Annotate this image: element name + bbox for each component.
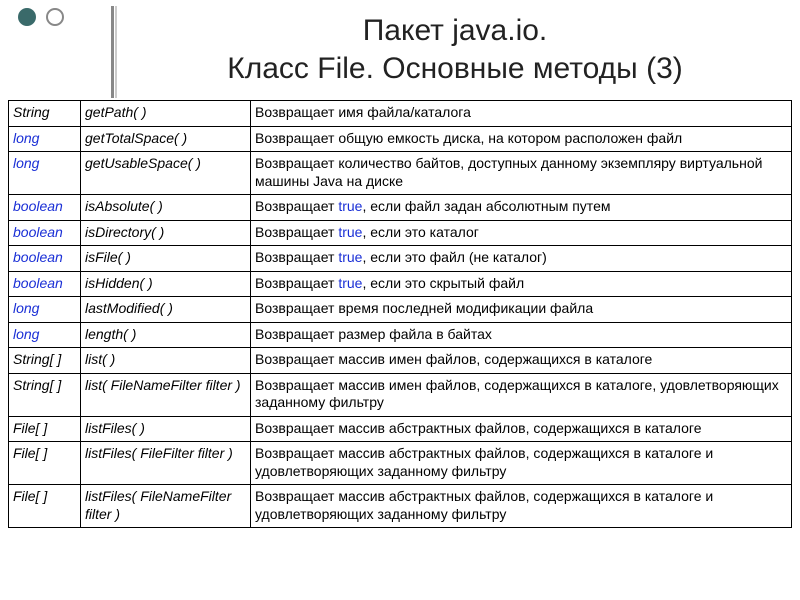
dot-outline-icon bbox=[46, 8, 64, 26]
dot-filled-icon bbox=[18, 8, 36, 26]
method-description: Возвращает true, если это каталог bbox=[251, 220, 792, 246]
decor-dots bbox=[18, 8, 64, 26]
method-description: Возвращает время последней модификации ф… bbox=[251, 297, 792, 323]
method-description: Возвращает массив абстрактных файлов, со… bbox=[251, 485, 792, 528]
table-row: longgetUsableSpace( )Возвращает количест… bbox=[9, 152, 792, 195]
method-signature: isHidden( ) bbox=[81, 271, 251, 297]
method-description: Возвращает размер файла в байтах bbox=[251, 322, 792, 348]
return-type: boolean bbox=[9, 220, 81, 246]
table-row: StringgetPath( )Возвращает имя файла/кат… bbox=[9, 101, 792, 127]
method-signature: listFiles( FileNameFilter filter ) bbox=[81, 485, 251, 528]
method-signature: getPath( ) bbox=[81, 101, 251, 127]
method-signature: list( ) bbox=[81, 348, 251, 374]
title-line-1: Пакет java.io. bbox=[130, 12, 780, 50]
method-signature: length( ) bbox=[81, 322, 251, 348]
method-signature: isDirectory( ) bbox=[81, 220, 251, 246]
method-description: Возвращает массив абстрактных файлов, со… bbox=[251, 416, 792, 442]
method-signature: listFiles( ) bbox=[81, 416, 251, 442]
return-type: long bbox=[9, 152, 81, 195]
method-description: Возвращает общую емкость диска, на котор… bbox=[251, 126, 792, 152]
table-row: File[ ]listFiles( FileNameFilter filter … bbox=[9, 485, 792, 528]
table-row: longlength( )Возвращает размер файла в б… bbox=[9, 322, 792, 348]
method-description: Возвращает true, если это файл (не катал… bbox=[251, 246, 792, 272]
return-type: File[ ] bbox=[9, 416, 81, 442]
method-description: Возвращает true, если файл задан абсолют… bbox=[251, 195, 792, 221]
return-type: long bbox=[9, 297, 81, 323]
method-signature: getTotalSpace( ) bbox=[81, 126, 251, 152]
table-row: booleanisAbsolute( )Возвращает true, есл… bbox=[9, 195, 792, 221]
method-description: Возвращает массив имен файлов, содержащи… bbox=[251, 373, 792, 416]
return-type: File[ ] bbox=[9, 485, 81, 528]
table-row: String[ ]list( FileNameFilter filter )Во… bbox=[9, 373, 792, 416]
title-line-2: Класс File. Основные методы (3) bbox=[130, 50, 780, 88]
method-description: Возвращает количество байтов, доступных … bbox=[251, 152, 792, 195]
return-type: boolean bbox=[9, 195, 81, 221]
table-row: longlastModified( )Возвращает время посл… bbox=[9, 297, 792, 323]
table-row: File[ ]listFiles( )Возвращает массив абс… bbox=[9, 416, 792, 442]
method-signature: isFile( ) bbox=[81, 246, 251, 272]
table-row: longgetTotalSpace( )Возвращает общую емк… bbox=[9, 126, 792, 152]
return-type: boolean bbox=[9, 271, 81, 297]
method-description: Возвращает имя файла/каталога bbox=[251, 101, 792, 127]
method-signature: getUsableSpace( ) bbox=[81, 152, 251, 195]
return-type: long bbox=[9, 322, 81, 348]
method-description: Возвращает массив имен файлов, содержащи… bbox=[251, 348, 792, 374]
return-type: long bbox=[9, 126, 81, 152]
return-type: File[ ] bbox=[9, 442, 81, 485]
method-signature: list( FileNameFilter filter ) bbox=[81, 373, 251, 416]
return-type: String[ ] bbox=[9, 348, 81, 374]
table-row: booleanisHidden( )Возвращает true, если … bbox=[9, 271, 792, 297]
table-row: booleanisFile( )Возвращает true, если эт… bbox=[9, 246, 792, 272]
vertical-rule-icon bbox=[111, 6, 114, 98]
method-signature: lastModified( ) bbox=[81, 297, 251, 323]
methods-table: StringgetPath( )Возвращает имя файла/кат… bbox=[8, 100, 792, 528]
method-description: Возвращает массив абстрактных файлов, со… bbox=[251, 442, 792, 485]
method-signature: isAbsolute( ) bbox=[81, 195, 251, 221]
table-row: booleanisDirectory( )Возвращает true, ес… bbox=[9, 220, 792, 246]
table-row: File[ ]listFiles( FileFilter filter )Воз… bbox=[9, 442, 792, 485]
return-type: String[ ] bbox=[9, 373, 81, 416]
vertical-rule-shadow-icon bbox=[115, 6, 117, 98]
return-type: String bbox=[9, 101, 81, 127]
return-type: boolean bbox=[9, 246, 81, 272]
method-signature: listFiles( FileFilter filter ) bbox=[81, 442, 251, 485]
method-description: Возвращает true, если это скрытый файл bbox=[251, 271, 792, 297]
table-row: String[ ]list( )Возвращает массив имен ф… bbox=[9, 348, 792, 374]
page-title: Пакет java.io. Класс File. Основные мето… bbox=[130, 12, 780, 87]
